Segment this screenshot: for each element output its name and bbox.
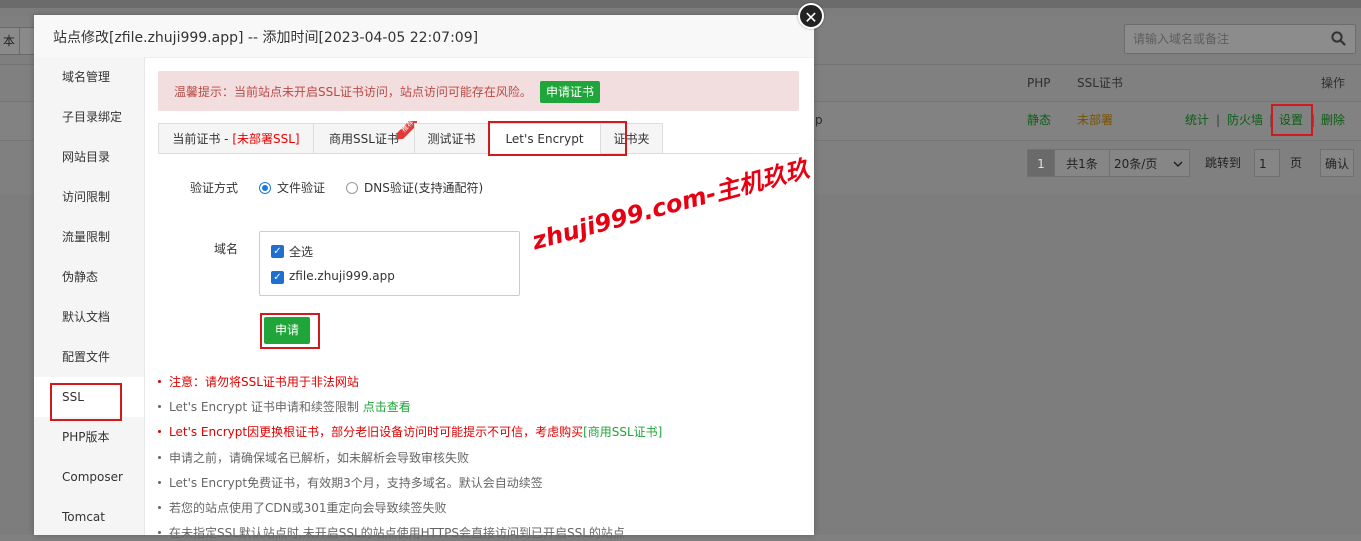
tab-folder-label: 证书夹 xyxy=(613,132,650,146)
pagination-current[interactable]: 1 xyxy=(1027,149,1055,177)
sidebar-item-ssl[interactable]: SSL xyxy=(34,377,144,417)
cert-tabs: 当前证书 - [未部署SSL] 商用SSL证书 推荐 测试证书 Let's En… xyxy=(158,118,799,156)
radio-file-verify[interactable] xyxy=(259,182,271,194)
site-search[interactable] xyxy=(1124,24,1356,54)
close-icon[interactable]: ✕ xyxy=(798,3,824,29)
list-item: 注意：请勿将SSL证书用于非法网站 xyxy=(158,373,359,390)
tab-cert-folder[interactable]: 证书夹 xyxy=(600,123,663,153)
option-dns-verify[interactable]: DNS验证(支持通配符) xyxy=(364,179,483,196)
jump-label: 跳转到 xyxy=(1205,156,1242,170)
row-ssl-status[interactable]: 未部署 xyxy=(1077,112,1113,128)
list-item: 申请之前，请确保域名已解析，如未解析会导致审核失败 xyxy=(158,449,469,466)
pagination-total: 共1条 xyxy=(1055,149,1110,177)
column-header-ssl: SSL证书 xyxy=(1077,76,1123,90)
sidebar-item-rewrite[interactable]: 伪静态 xyxy=(34,257,144,297)
checkbox-domain[interactable]: ✓ xyxy=(271,271,284,284)
tab-test-label: 测试证书 xyxy=(427,132,476,146)
sidebar-item-tomcat[interactable]: Tomcat xyxy=(34,497,144,537)
apply-button[interactable]: 申请 xyxy=(264,317,310,344)
confirm-jump-button[interactable]: 确认 xyxy=(1320,149,1354,177)
radio-dns-verify[interactable] xyxy=(346,182,358,194)
top-strip xyxy=(0,0,1361,8)
tab-current-status: [未部署SSL] xyxy=(232,132,300,146)
search-input[interactable] xyxy=(1133,30,1313,48)
tab-letsencrypt[interactable]: Let's Encrypt xyxy=(488,123,601,154)
jump-page-input[interactable]: 1 xyxy=(1254,149,1280,177)
site-edit-modal: 站点修改[zfile.zhuji999.app] -- 添加时间[2023-04… xyxy=(34,15,814,540)
search-icon[interactable] xyxy=(1331,31,1346,49)
tab-current-label: 当前证书 - xyxy=(172,132,233,146)
tab-letsencrypt-label: Let's Encrypt xyxy=(505,132,584,146)
list-item: Let's Encrypt免费证书，有效期3个月，支持多域名。默认会自动续签 xyxy=(158,474,543,491)
per-page-select[interactable]: 20条/页 xyxy=(1110,149,1190,177)
sidebar-item-composer[interactable]: Composer xyxy=(34,457,144,497)
per-page-value: 20条/页 xyxy=(1114,157,1158,171)
list-item: Let's Encrypt因更换根证书，部分老旧设备访问时可能提示不可信，考虑购… xyxy=(158,423,662,440)
row-action-stats[interactable]: 统计 xyxy=(1185,112,1209,128)
modal-header: 站点修改[zfile.zhuji999.app] -- 添加时间[2023-04… xyxy=(34,15,814,58)
list-item: 若您的站点使用了CDN或301重定向会导致续签失败 xyxy=(158,499,447,516)
list-item: 在未指定SSL默认站点时,未开启SSL的站点使用HTTPS会直接访问到已开启SS… xyxy=(158,524,625,541)
request-cert-button[interactable]: 申请证书 xyxy=(540,81,600,103)
action-separator: | xyxy=(1216,113,1221,127)
sidebar-item-default-doc[interactable]: 默认文档 xyxy=(34,297,144,337)
verify-method-label: 验证方式 xyxy=(190,181,239,195)
view-limits-link[interactable]: 点击查看 xyxy=(363,400,411,414)
sidebar-item-config[interactable]: 配置文件 xyxy=(34,337,144,377)
column-header-actions: 操作 xyxy=(1321,76,1346,90)
list-item: Let's Encrypt 证书申请和续签限制 点击查看 xyxy=(158,398,411,415)
domain-label: 域名 xyxy=(214,242,239,256)
row-php-value: 静态 xyxy=(1027,113,1052,127)
sidebar-item-subdir[interactable]: 子目录绑定 xyxy=(34,97,144,137)
row-action-settings[interactable]: 设置 xyxy=(1279,112,1303,128)
action-separator: | xyxy=(1269,113,1274,127)
select-all-label[interactable]: 全选 xyxy=(289,243,313,260)
modal-title: 站点修改[zfile.zhuji999.app] -- 添加时间[2023-04… xyxy=(53,30,479,46)
option-file-verify[interactable]: 文件验证 xyxy=(277,179,325,196)
row-action-delete[interactable]: 删除 xyxy=(1321,112,1345,128)
page-unit: 页 xyxy=(1290,156,1303,170)
tip-text: 温馨提示：当前站点未开启SSL证书访问，站点访问可能存在风险。 xyxy=(174,85,532,99)
tab-current-cert[interactable]: 当前证书 - [未部署SSL] xyxy=(158,123,314,153)
sidebar-item-site-dir[interactable]: 网站目录 xyxy=(34,137,144,177)
column-header-php: PHP xyxy=(1027,76,1051,90)
domain-item-label[interactable]: zfile.zhuji999.app xyxy=(289,269,395,283)
sidebar-item-domains[interactable]: 域名管理 xyxy=(34,57,144,97)
jump-page-value: 1 xyxy=(1259,157,1267,171)
sidebar-item-traffic-limit[interactable]: 流量限制 xyxy=(34,217,144,257)
tab-commercial-label: 商用SSL证书 xyxy=(329,132,399,146)
sidebar-item-access-limit[interactable]: 访问限制 xyxy=(34,177,144,217)
row-cell-partial: p xyxy=(815,113,823,127)
action-separator: | xyxy=(1311,113,1316,127)
tab-test-cert[interactable]: 测试证书 xyxy=(414,123,489,153)
chevron-down-icon xyxy=(1173,150,1183,178)
commercial-ssl-link[interactable]: [商用SSL证书] xyxy=(583,425,662,439)
toolbar-button[interactable]: 本 xyxy=(0,27,20,55)
modal-sidebar: 域名管理 子目录绑定 网站目录 访问限制 流量限制 伪静态 默认文档 配置文件 … xyxy=(34,57,145,535)
checkbox-select-all[interactable]: ✓ xyxy=(271,245,284,258)
row-action-firewall[interactable]: 防火墙 xyxy=(1227,112,1263,128)
sidebar-item-php-version[interactable]: PHP版本 xyxy=(34,417,144,457)
domain-list: ✓ 全选 ✓ zfile.zhuji999.app xyxy=(259,231,520,296)
ssl-warning-tip: 温馨提示：当前站点未开启SSL证书访问，站点访问可能存在风险。 申请证书 xyxy=(158,71,799,111)
